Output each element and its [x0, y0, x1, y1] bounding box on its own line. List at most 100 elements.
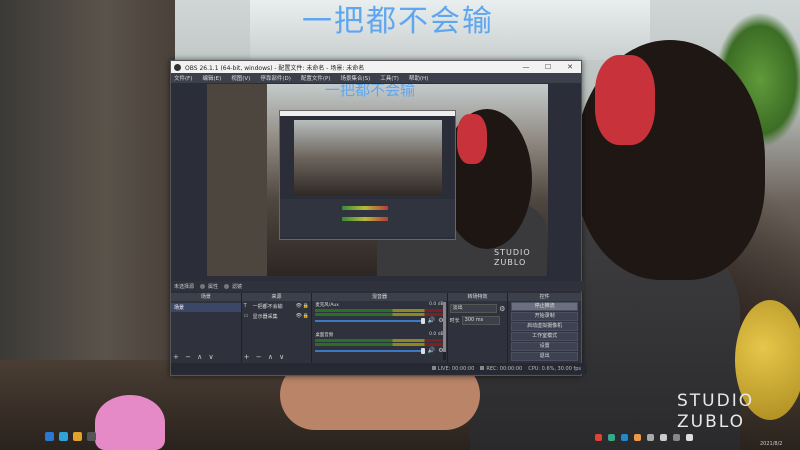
- speaker-icon[interactable]: 🔊: [428, 347, 435, 354]
- obs-logo-icon: [174, 63, 181, 71]
- menu-edit[interactable]: 编辑(E): [202, 74, 221, 82]
- tray-network-icon[interactable]: [660, 434, 667, 441]
- menu-tools[interactable]: 工具(T): [380, 74, 399, 82]
- volume-slider[interactable]: [315, 347, 425, 354]
- lock-icon[interactable]: 🔒: [302, 303, 309, 309]
- duration-input[interactable]: 300 ms: [461, 316, 500, 325]
- transitions-header: 转场特效: [447, 293, 508, 301]
- window-title: OBS 26.1.1 (64-bit, windows) - 配置文件: 未命名…: [185, 64, 365, 72]
- menu-docks[interactable]: 停靠部件(D): [260, 74, 291, 82]
- tray-date: 2021/8/2: [760, 441, 783, 447]
- properties-button[interactable]: 属性: [208, 283, 218, 290]
- maximize-button[interactable]: ☐: [537, 63, 559, 71]
- rec-status: REC: 00:00:00: [480, 365, 523, 372]
- scenes-dock: 场景 场景 + − ∧ ∨: [171, 293, 242, 363]
- preview-studio-line2: ZUBLO: [494, 258, 527, 267]
- transition-select[interactable]: 淡出: [449, 304, 498, 313]
- tray-app-icon-3[interactable]: [621, 434, 628, 441]
- duration-label: 时长: [449, 318, 460, 324]
- stop-streaming-button[interactable]: 停止推流: [511, 302, 578, 311]
- eye-icon[interactable]: 👁: [295, 313, 302, 319]
- status-bar: LIVE: 00:00:00 REC: 00:00:00 CPU: 0.6%, …: [171, 363, 587, 374]
- overlay-title: 一把都不会输: [302, 4, 494, 39]
- menu-bar: 文件(F) 编辑(E) 视图(V) 停靠部件(D) 配置文件(P) 场景集合(S…: [171, 73, 581, 83]
- live-indicator-icon: [431, 365, 436, 370]
- start-recording-button[interactable]: 开始录制: [511, 312, 578, 321]
- audio-mixer-dock: 混音器 麦克风/Aux 0.0 dB 🔊 ⚙ 桌面音频 0.0 dB 🔊 ⚙: [312, 293, 448, 363]
- properties-gear-icon[interactable]: [200, 283, 206, 289]
- channel-name: 麦克风/Aux: [315, 303, 339, 308]
- mixer-channel-desktop: 桌面音频 0.0 dB 🔊 ⚙: [312, 331, 446, 355]
- no-source-label: 未选择源: [174, 283, 195, 290]
- scenes-header: 场景: [171, 293, 241, 301]
- live-status: LIVE: 00:00:00: [431, 365, 475, 372]
- exit-button[interactable]: 退出: [511, 352, 578, 361]
- live-time: LIVE: 00:00:00: [437, 365, 475, 372]
- tray-app-icon-2[interactable]: [608, 434, 615, 441]
- folder-icon[interactable]: [73, 432, 82, 441]
- start-icon[interactable]: [45, 432, 54, 441]
- volume-meter: [315, 313, 444, 316]
- nested-meter: [342, 206, 388, 210]
- obs-titlebar[interactable]: OBS 26.1.1 (64-bit, windows) - 配置文件: 未命名…: [171, 61, 581, 73]
- sources-dock: 来源 T 一把都不会输 👁 🔒 ▭ 显示器采集 👁 🔒 + − ∧ ∨: [241, 293, 313, 363]
- speaker-icon[interactable]: 🔊: [428, 317, 435, 324]
- filters-button[interactable]: 滤镜: [232, 283, 242, 290]
- wallpaper-headphones: [595, 55, 655, 145]
- browser-icon[interactable]: [59, 432, 68, 441]
- sources-toolbar[interactable]: + − ∧ ∨: [244, 353, 287, 361]
- source-item-display[interactable]: ▭ 显示器采集 👁 🔒: [242, 311, 312, 321]
- preview-shelf: [207, 84, 267, 276]
- eye-icon[interactable]: 👁: [295, 303, 302, 309]
- display-source-icon: ▭: [243, 313, 249, 319]
- source-item-text[interactable]: T 一把都不会输 👁 🔒: [242, 301, 312, 311]
- preview-canvas[interactable]: 一把都不会输 STUDIO ZUBLO: [207, 84, 548, 276]
- rec-time: REC: 00:00:00: [486, 365, 523, 372]
- scenes-toolbar[interactable]: + − ∧ ∨: [173, 353, 216, 361]
- volume-meter: [315, 343, 444, 346]
- menu-view[interactable]: 视图(V): [231, 74, 250, 82]
- settings-button[interactable]: 设置: [511, 342, 578, 351]
- preview-headphones: [457, 114, 487, 164]
- nested-preview: [294, 120, 442, 196]
- volume-meter: [315, 339, 444, 342]
- lock-icon[interactable]: 🔒: [302, 313, 309, 319]
- volume-slider[interactable]: [315, 317, 425, 324]
- channel-db: 0.0 dB: [429, 332, 444, 337]
- menu-help[interactable]: 帮助(H): [409, 74, 428, 82]
- source-name: 一把都不会输: [252, 303, 283, 310]
- nested-meter-2: [342, 217, 388, 221]
- tray-volume-icon[interactable]: [647, 434, 654, 441]
- nested-titlebar: [280, 111, 455, 116]
- scene-item[interactable]: 场景: [171, 303, 241, 312]
- tray-input-icon[interactable]: [686, 434, 693, 441]
- mixer-scrollbar[interactable]: [442, 302, 446, 360]
- obs-taskbar-icon[interactable]: [87, 432, 96, 441]
- studio-mode-button[interactable]: 工作室模式: [511, 332, 578, 341]
- tray-wifi-icon[interactable]: [673, 434, 680, 441]
- mixer-channel-mic: 麦克风/Aux 0.0 dB 🔊 ⚙: [312, 301, 446, 325]
- tray-app-icon-4[interactable]: [634, 434, 641, 441]
- obs-window: OBS 26.1.1 (64-bit, windows) - 配置文件: 未命名…: [170, 60, 587, 376]
- close-button[interactable]: ✕: [559, 63, 581, 71]
- slider-thumb[interactable]: [420, 317, 425, 324]
- channel-db: 0.0 dB: [429, 302, 444, 307]
- start-virtual-camera-button[interactable]: 启动虚拟摄像机: [511, 322, 578, 331]
- menu-scene-collection[interactable]: 场景集合(S): [340, 74, 370, 82]
- tray-app-icon[interactable]: [595, 434, 602, 441]
- menu-file[interactable]: 文件(F): [174, 74, 192, 82]
- menu-profile[interactable]: 配置文件(P): [301, 74, 331, 82]
- transition-settings-gear-icon[interactable]: ⚙: [499, 305, 505, 313]
- docks-row: 场景 场景 + − ∧ ∨ 来源 T 一把都不会输 👁 🔒 ▭ 显示器采集 👁 …: [171, 293, 581, 363]
- slider-thumb[interactable]: [420, 347, 425, 354]
- controls-dock: 控件 停止推流 开始录制 启动虚拟摄像机 工作室模式 设置 退出: [508, 293, 581, 363]
- taskbar-left-icons: [45, 432, 96, 441]
- filters-icon[interactable]: [224, 283, 230, 289]
- scrollbar-thumb[interactable]: [442, 302, 446, 352]
- studio-line2: ZUBLO: [677, 412, 745, 432]
- volume-meter: [315, 309, 444, 312]
- nested-obs-window: [279, 110, 456, 240]
- preview-studio-line1: STUDIO: [494, 248, 531, 257]
- studio-watermark: STUDIO ZUBLO: [677, 391, 754, 433]
- minimize-button[interactable]: —: [515, 63, 537, 71]
